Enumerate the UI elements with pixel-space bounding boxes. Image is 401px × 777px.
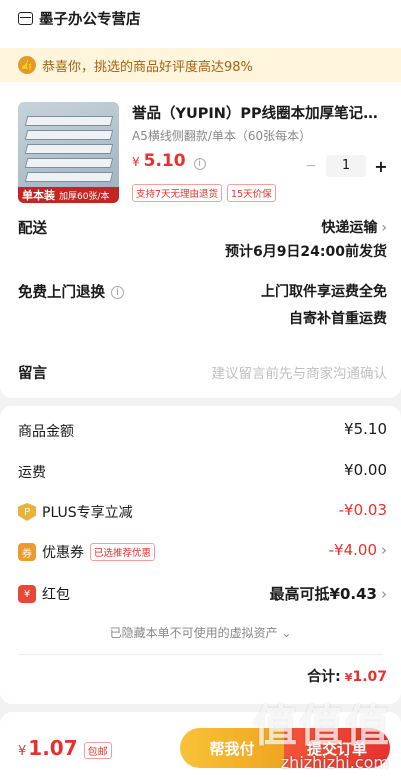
notebook-graphic: [24, 116, 114, 126]
total-label: 合计:: [307, 669, 341, 685]
store-icon: [18, 11, 33, 25]
return-policy-badge: 支持7天无理由退货: [132, 184, 223, 202]
coupon-tag: 已选推荐优惠: [90, 543, 156, 561]
coupon-value-text: -¥4.00: [328, 541, 377, 559]
chevron-right-icon: ›: [381, 220, 387, 236]
delivery-method[interactable]: 快递运输 ›: [321, 217, 387, 237]
plus-discount-row: P PLUS专享立减: [18, 502, 133, 522]
hongbao-value[interactable]: 最高可抵¥0.43 ›: [270, 583, 387, 604]
product-image-tag: 单本装 加厚60张/本: [18, 187, 119, 203]
hongbao-label: 红包: [42, 587, 70, 603]
returns-row[interactable]: 免费上门退换 i: [18, 281, 124, 302]
hongbao-row[interactable]: ¥ 红包: [18, 584, 70, 604]
image-tag-sub: 加厚60张/本: [59, 191, 110, 202]
info-icon[interactable]: i: [193, 157, 206, 170]
product-image[interactable]: 单本装 加厚60张/本: [18, 102, 119, 203]
divider: [18, 654, 383, 655]
shipping-label: 运费: [18, 465, 46, 481]
note-input[interactable]: 建议留言前先与商家沟通确认: [212, 362, 388, 382]
plus-badge-icon: P: [18, 503, 36, 521]
free-shipping-badge: 包邮: [83, 742, 112, 759]
praise-banner: 👍 恭喜你，挑选的商品好评度高达98%: [0, 48, 401, 82]
coupon-label: 优惠券: [42, 545, 84, 561]
chevron-right-icon: ›: [381, 585, 387, 603]
quantity-input[interactable]: 1: [326, 155, 366, 177]
price-value: 5.10: [143, 151, 186, 171]
watermark-logo: 值值值: [253, 701, 391, 752]
coupon-row[interactable]: 券 优惠券 已选推荐优惠: [18, 542, 156, 562]
order-card: 墨子办公专营店 👍 恭喜你，挑选的商品好评度高达98% 单本装 加厚60张/本 …: [0, 0, 401, 398]
goods-amount-value: ¥5.10: [344, 420, 387, 438]
returns-line2: 自寄补首重运费: [289, 311, 387, 327]
notebook-graphic: [24, 130, 114, 140]
coupon-value[interactable]: -¥4.00 ›: [329, 541, 387, 559]
shipping-value: ¥0.00: [344, 461, 387, 479]
checkout-amount: 1.07: [28, 736, 78, 760]
store-header[interactable]: 墨子办公专营店: [18, 6, 141, 30]
info-icon[interactable]: i: [111, 286, 124, 299]
returns-label: 免费上门退换: [18, 285, 105, 301]
red-envelope-icon: ¥: [18, 585, 36, 603]
decrement-button[interactable]: −: [304, 158, 318, 174]
coupon-icon: 券: [18, 543, 36, 561]
notebook-graphic: [24, 172, 114, 182]
delivery-method-text: 快递运输: [321, 220, 378, 236]
checkout-currency: ¥: [18, 744, 27, 759]
quantity-stepper: − 1 +: [304, 155, 388, 177]
notebook-graphic: [24, 158, 114, 168]
total-amount: ¥1.07: [345, 669, 387, 685]
thumb-up-icon: 👍: [18, 56, 36, 74]
watermark-url: zhizhizhi.com: [280, 753, 389, 772]
service-badges: 支持7天无理由退货 15天价保: [132, 184, 276, 202]
delivery-label: 配送: [18, 221, 47, 237]
hongbao-value-text: 最高可抵¥0.43: [269, 585, 377, 603]
price-currency: ¥: [132, 155, 140, 169]
product-title[interactable]: 誉品（YUPIN）PP线圈本加厚笔记本...: [132, 102, 382, 123]
order-total: 合计: ¥1.07: [307, 666, 387, 686]
product-price: ¥ 5.10 i: [132, 151, 206, 171]
returns-line1: 上门取件享运费全免: [261, 284, 387, 300]
store-name: 墨子办公专营店: [39, 11, 141, 28]
checkout-price: ¥ 1.07 包邮: [18, 736, 112, 760]
plus-discount-value: -¥0.03: [338, 501, 387, 519]
increment-button[interactable]: +: [374, 157, 388, 176]
delivery-eta: 预计6月9日24:00前发货: [224, 244, 387, 260]
plus-discount-label: PLUS专享立减: [42, 505, 133, 521]
total-value: 1.07: [352, 669, 387, 685]
product-spec[interactable]: A5横线侧翻款/单本（60张每本）: [132, 127, 311, 144]
image-tag-main: 单本装: [22, 189, 55, 202]
price-protect-badge: 15天价保: [227, 184, 276, 202]
goods-amount-label: 商品金额: [18, 424, 74, 440]
hidden-assets-toggle[interactable]: 已隐藏本单不可使用的虚拟资产 ⌄: [0, 624, 401, 641]
note-label: 留言: [18, 366, 47, 382]
notebook-graphic: [24, 144, 114, 154]
chevron-right-icon: ›: [381, 541, 387, 559]
banner-text: 恭喜你，挑选的商品好评度高达98%: [42, 59, 253, 75]
